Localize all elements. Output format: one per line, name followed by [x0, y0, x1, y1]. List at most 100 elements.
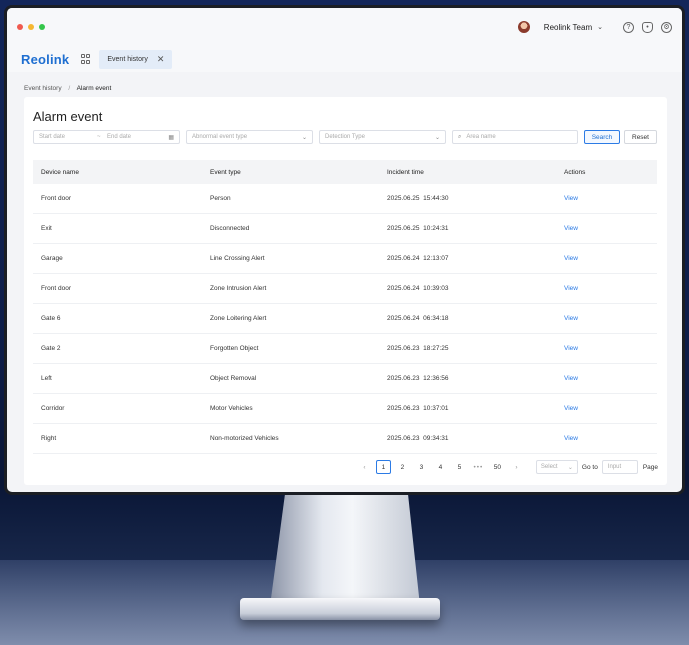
close-icon[interactable]: ✕ — [157, 54, 165, 65]
device-name-cell: Front door — [41, 285, 71, 292]
incident-time: 06:34:18 — [423, 315, 449, 322]
pagination-ellipsis[interactable]: ••• — [471, 460, 486, 474]
event-type-cell: Line Crossing Alert — [210, 255, 265, 262]
view-link[interactable]: View — [564, 435, 578, 442]
pagination: ‹ 12345 ••• 50 › Select ⌄ Go to Input Pa… — [355, 460, 658, 474]
goto-page-input[interactable]: Input — [601, 460, 638, 474]
device-name-cell: Garage — [41, 255, 63, 262]
table-row: Garage Line Crossing Alert 2025.06.24 12:1… — [33, 244, 657, 274]
view-link[interactable]: View — [564, 255, 578, 262]
incident-time: 15:44:30 — [423, 195, 449, 202]
page-1[interactable]: 1 — [375, 460, 391, 474]
incident-time-cell: 2025.06.23 18:27:25 — [387, 345, 564, 352]
view-link[interactable]: View — [564, 285, 578, 292]
detection-type-select[interactable]: Detection Type ⌄ — [319, 130, 446, 144]
incident-date: 2025.06.23 — [387, 345, 420, 352]
chevron-down-icon: ⌄ — [434, 134, 440, 141]
table-row: Right Non-motorized Vehicles 2025.06.23 09… — [33, 424, 657, 454]
breadcrumb-current: Alarm event — [76, 85, 112, 92]
prev-page-icon[interactable]: ‹ — [357, 460, 372, 474]
event-type-cell: Non-motorized Vehicles — [210, 435, 279, 442]
incident-time: 12:13:07 — [423, 255, 449, 262]
area-name-input[interactable]: ⌕ Area name — [452, 130, 578, 144]
incident-time: 18:27:25 — [423, 345, 449, 352]
area-name-placeholder: Area name — [466, 134, 496, 140]
page-last[interactable]: 50 — [490, 460, 505, 474]
brand-bar: Reolink Event history ✕ — [7, 46, 682, 72]
gear-icon[interactable]: ⚙ — [661, 21, 672, 33]
close-window-dot[interactable] — [17, 24, 23, 30]
page-label: Page — [642, 463, 658, 471]
avatar[interactable] — [517, 21, 530, 33]
header-device-name: Device name — [41, 168, 79, 176]
logo: Reolink — [21, 51, 70, 67]
incident-time-cell: 2025.06.23 12:36:56 — [387, 375, 564, 382]
event-type-select[interactable]: Abnormal event type ⌄ — [186, 130, 313, 144]
user-menu[interactable]: Reolink Team ⌄ — [517, 21, 603, 33]
title-bar: Reolink Team ⌄ ? • ⚙ — [7, 8, 682, 46]
start-date-placeholder: Start date — [39, 134, 66, 140]
alarm-event-table: Device name Event type Incident time Act… — [33, 160, 657, 454]
monitor-stand-base — [240, 598, 440, 620]
page-4[interactable]: 4 — [433, 460, 448, 474]
device-name-cell: Left — [41, 375, 52, 382]
goto-label: Go to — [581, 463, 598, 471]
filter-bar: Start date ~ End date ▦ Abnormal event t… — [33, 130, 661, 144]
search-icon: ⌕ — [458, 133, 462, 140]
view-link[interactable]: View — [564, 195, 578, 202]
breadcrumb-parent[interactable]: Event history — [24, 85, 62, 92]
view-link[interactable]: View — [564, 405, 578, 412]
table-row: Exit Disconnected 2025.06.25 10:24:31 View — [33, 214, 657, 244]
monitor-stand-neck — [270, 494, 420, 606]
incident-time-cell: 2025.06.23 09:34:31 — [387, 435, 564, 442]
view-link[interactable]: View — [564, 345, 578, 352]
event-type-cell: Object Removal — [210, 375, 257, 382]
view-link[interactable]: View — [564, 315, 578, 322]
page-5[interactable]: 5 — [452, 460, 467, 474]
page-size-select[interactable]: Select ⌄ — [535, 460, 578, 474]
event-type-cell: Disconnected — [210, 225, 250, 232]
device-name-cell: Right — [41, 435, 57, 442]
device-name-cell: Front door — [41, 195, 71, 202]
tab-event-history[interactable]: Event history ✕ — [99, 49, 173, 69]
table-row: Gate 2 Forgotten Object 2025.06.23 18:27:2… — [33, 334, 657, 364]
view-link[interactable]: View — [564, 225, 578, 232]
maximize-window-dot[interactable] — [39, 24, 45, 30]
page-2[interactable]: 2 — [395, 460, 410, 474]
view-link[interactable]: View — [564, 375, 578, 382]
bell-icon[interactable]: • — [642, 21, 653, 33]
event-type-cell: Zone Intrusion Alert — [210, 285, 267, 292]
search-button[interactable]: Search — [584, 130, 620, 144]
device-name-cell: Gate 6 — [41, 315, 61, 322]
page-list: 12345 — [374, 460, 469, 474]
incident-time-cell: 2025.06.25 10:24:31 — [387, 225, 564, 232]
event-type-cell: Motor Vehicles — [210, 405, 253, 412]
calendar-icon: ▦ — [168, 134, 174, 141]
reset-button[interactable]: Reset — [624, 130, 657, 144]
event-type-cell: Zone Loitering Alert — [210, 315, 267, 322]
help-icon[interactable]: ? — [623, 21, 634, 33]
page-3[interactable]: 3 — [414, 460, 429, 474]
incident-time: 10:37:01 — [423, 405, 449, 412]
incident-time-cell: 2025.06.24 10:39:03 — [387, 285, 564, 292]
date-range-picker[interactable]: Start date ~ End date ▦ — [33, 130, 180, 144]
incident-date: 2025.06.24 — [387, 255, 420, 262]
incident-time-cell: 2025.06.24 06:34:18 — [387, 315, 564, 322]
event-type-cell: Forgotten Object — [210, 345, 259, 352]
monitor-frame: Reolink Team ⌄ ? • ⚙ Reolink Event histo… — [4, 5, 685, 495]
next-page-icon[interactable]: › — [509, 460, 524, 474]
incident-date: 2025.06.23 — [387, 405, 420, 412]
minimize-window-dot[interactable] — [28, 24, 34, 30]
table-row: Front door Person 2025.06.25 15:44:30 View — [33, 184, 657, 214]
breadcrumb-separator: / — [68, 85, 71, 92]
device-name-cell: Gate 2 — [41, 345, 61, 352]
table-body: Front door Person 2025.06.25 15:44:30 View E… — [33, 184, 657, 454]
header-actions: Actions — [564, 168, 586, 176]
incident-time-cell: 2025.06.24 12:13:07 — [387, 255, 564, 262]
header-incident-time: Incident time — [387, 168, 424, 176]
apps-grid-icon[interactable] — [81, 54, 91, 64]
event-type-placeholder: Abnormal event type — [192, 134, 248, 140]
table-row: Gate 6 Zone Loitering Alert 2025.06.24 06:… — [33, 304, 657, 334]
incident-time: 10:39:03 — [423, 285, 449, 292]
device-name-cell: Exit — [41, 225, 52, 232]
